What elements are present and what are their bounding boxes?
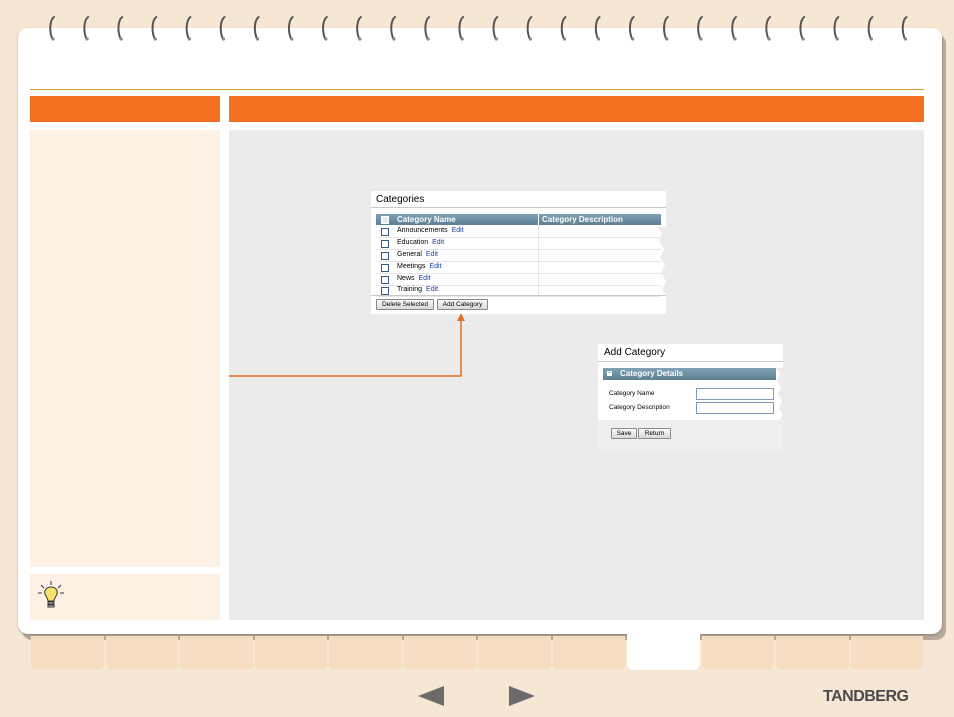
edit-link[interactable]: Edit bbox=[426, 251, 438, 258]
torn-edge bbox=[657, 227, 669, 297]
connector-arrow bbox=[229, 313, 465, 377]
title-divider bbox=[371, 207, 666, 208]
edit-link[interactable]: Edit bbox=[429, 263, 441, 270]
categories-title: Categories bbox=[376, 194, 425, 205]
table-row: General Edit bbox=[376, 250, 661, 262]
select-all-checkbox[interactable] bbox=[381, 216, 389, 224]
section-tab[interactable] bbox=[105, 636, 178, 670]
category-name: News bbox=[397, 275, 415, 282]
previous-arrow-icon[interactable] bbox=[418, 686, 444, 706]
category-name-label: Category Name bbox=[609, 390, 655, 397]
row-checkbox[interactable] bbox=[381, 252, 389, 260]
row-checkbox[interactable] bbox=[381, 264, 389, 272]
category-name: General bbox=[397, 251, 422, 258]
row-checkbox[interactable] bbox=[381, 276, 389, 284]
category-name-input[interactable] bbox=[696, 388, 774, 400]
section-tab[interactable] bbox=[850, 636, 923, 670]
table-row: Announcements Edit bbox=[376, 226, 661, 238]
row-checkbox[interactable] bbox=[381, 287, 389, 295]
section-tabs bbox=[30, 632, 924, 670]
section-tab[interactable] bbox=[627, 632, 700, 670]
edit-link[interactable]: Edit bbox=[426, 286, 438, 293]
category-description-input[interactable] bbox=[696, 402, 774, 414]
add-category-button[interactable]: Add Category bbox=[437, 299, 488, 310]
category-name: Announcements bbox=[397, 227, 448, 234]
column-divider bbox=[538, 262, 539, 273]
brand-logo: TANDBERG bbox=[823, 688, 909, 705]
column-divider bbox=[538, 226, 539, 237]
section-tab[interactable] bbox=[776, 636, 849, 670]
column-header-name[interactable]: Category Name bbox=[397, 215, 456, 224]
column-divider bbox=[538, 238, 539, 249]
section-tab[interactable] bbox=[403, 636, 476, 670]
delete-selected-button[interactable]: Delete Selected bbox=[376, 299, 434, 310]
table-row: Education Edit bbox=[376, 238, 661, 250]
section-tab[interactable] bbox=[701, 636, 774, 670]
category-description-label: Category Description bbox=[609, 404, 670, 411]
edit-link[interactable]: Edit bbox=[452, 227, 464, 234]
column-divider bbox=[538, 250, 539, 261]
table-footer-line bbox=[371, 295, 666, 296]
torn-edge bbox=[776, 368, 784, 420]
section-tab[interactable] bbox=[254, 636, 327, 670]
section-tab[interactable] bbox=[552, 636, 625, 670]
category-name: Education bbox=[397, 239, 429, 246]
row-checkbox[interactable] bbox=[381, 240, 389, 248]
return-button[interactable]: Return bbox=[638, 428, 671, 439]
edit-link[interactable]: Edit bbox=[419, 275, 431, 282]
edit-link[interactable]: Edit bbox=[432, 239, 444, 246]
table-header: Category Name Category Description bbox=[376, 214, 661, 225]
section-tab[interactable] bbox=[478, 636, 551, 670]
category-name: Meetings bbox=[397, 263, 426, 270]
group-title: Category Details bbox=[620, 369, 684, 378]
save-button[interactable]: Save bbox=[611, 428, 637, 439]
row-checkbox[interactable] bbox=[381, 228, 389, 236]
section-tab[interactable] bbox=[31, 636, 104, 670]
column-divider bbox=[538, 274, 539, 285]
table-row: Meetings Edit bbox=[376, 262, 661, 274]
title-divider bbox=[598, 361, 783, 362]
column-header-description[interactable]: Category Description bbox=[542, 215, 623, 224]
column-divider bbox=[538, 214, 539, 225]
add-category-title: Add Category bbox=[604, 347, 666, 358]
add-category-screenshot: Add Category − Category Details Category… bbox=[598, 344, 784, 450]
category-details-group-header[interactable]: − Category Details bbox=[603, 368, 776, 380]
categories-screenshot: Categories Category Name Category Descri… bbox=[371, 191, 669, 314]
section-tab[interactable] bbox=[180, 636, 253, 670]
category-name: Training bbox=[397, 286, 423, 293]
section-tab[interactable] bbox=[329, 636, 402, 670]
next-arrow-icon[interactable] bbox=[509, 686, 535, 706]
collapse-toggle-icon[interactable]: − bbox=[607, 370, 612, 376]
